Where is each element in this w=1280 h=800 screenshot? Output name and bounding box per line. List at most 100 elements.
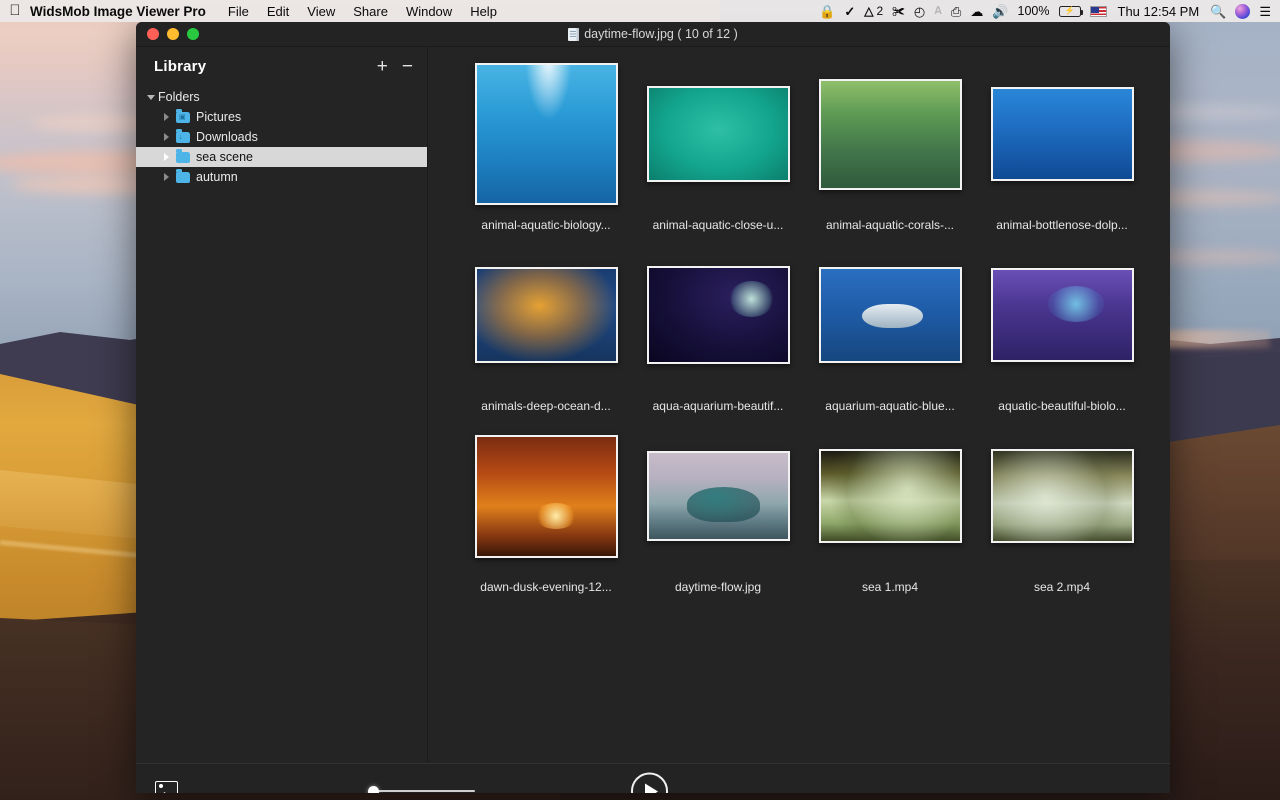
thumbnail-image[interactable] xyxy=(647,86,790,182)
thumbnail-image[interactable] xyxy=(991,268,1134,362)
tree-group-folders[interactable]: Folders xyxy=(136,87,427,107)
chevron-right-icon[interactable] xyxy=(159,133,173,141)
remove-folder-button[interactable]: − xyxy=(402,57,413,76)
sidebar-item-label: Pictures xyxy=(196,110,241,124)
thumbnail-item[interactable]: animal-aquatic-close-u... xyxy=(632,61,804,242)
thumbnail-caption: animal-bottlenose-dolp... xyxy=(996,218,1127,232)
clock-label[interactable]: Thu 12:54 PM xyxy=(1118,4,1200,19)
play-icon[interactable] xyxy=(631,773,668,794)
thumbnail-caption: dawn-dusk-evening-12... xyxy=(480,580,611,594)
window-titlebar[interactable]: daytime-flow.jpg ( 10 of 12 ) xyxy=(136,22,1170,47)
sidebar-item-sea-scene[interactable]: sea scene xyxy=(136,147,427,167)
thumbnail-item[interactable]: animal-bottlenose-dolp... xyxy=(976,61,1148,242)
thumbnail-size-slider[interactable] xyxy=(368,784,475,793)
slider-track[interactable] xyxy=(372,790,475,792)
search-icon[interactable]: 🔍 xyxy=(1210,5,1226,18)
us-flag-icon[interactable] xyxy=(1090,6,1107,17)
thumbnail-item[interactable]: animals-deep-ocean-d... xyxy=(460,242,632,423)
thumbnail-image[interactable] xyxy=(991,449,1134,543)
thumbnail-item[interactable]: animal-aquatic-corals-... xyxy=(804,61,976,242)
active-app-name[interactable]: WidsMob Image Viewer Pro xyxy=(30,4,206,19)
thumbnail-image[interactable] xyxy=(819,267,962,363)
volume-icon[interactable]: 🔊 xyxy=(992,5,1008,18)
thumbnail-image[interactable] xyxy=(475,267,618,363)
slider-knob[interactable] xyxy=(368,786,379,794)
thumbnail-caption: aquarium-aquatic-blue... xyxy=(825,399,954,413)
bluetooth-icon[interactable]: 𝐀 xyxy=(934,6,942,17)
thumbnail-image[interactable] xyxy=(647,266,790,364)
thumbnail-image[interactable] xyxy=(819,449,962,543)
sidebar-item-autumn[interactable]: autumn xyxy=(136,167,427,187)
library-buttons: + − xyxy=(377,57,413,76)
chevron-right-icon[interactable] xyxy=(159,113,173,121)
window-body: Library + − Folders ▣ Pictures xyxy=(136,47,1170,763)
thumbnail-item[interactable]: dawn-dusk-evening-12... xyxy=(460,423,632,604)
lock-icon[interactable]: 🔒 xyxy=(819,5,835,18)
wifi-icon[interactable]: ☁ xyxy=(970,5,983,18)
adobe-a-icon[interactable]: △ xyxy=(864,5,873,17)
thumbnail-caption: sea 2.mp4 xyxy=(1034,580,1090,594)
tree-group-label: Folders xyxy=(158,90,200,104)
menu-item-edit[interactable]: Edit xyxy=(258,4,298,19)
thumbnail-image[interactable] xyxy=(991,87,1134,181)
thumbnail-caption: animals-deep-ocean-d... xyxy=(481,399,610,413)
bottom-toolbar xyxy=(136,763,1170,793)
apple-logo-icon[interactable]:  xyxy=(0,3,30,20)
thumbnail-grid-area[interactable]: animal-aquatic-biology... animal-aquatic… xyxy=(428,47,1170,763)
thumbnail-frame xyxy=(991,61,1134,207)
thumbnail-frame xyxy=(819,242,962,388)
sidebar-item-downloads[interactable]: ↓ Downloads xyxy=(136,127,427,147)
thumbnail-item[interactable]: aquatic-beautiful-biolo... xyxy=(976,242,1148,423)
menu-item-file[interactable]: File xyxy=(219,4,258,19)
thumbnail-item[interactable]: aquarium-aquatic-blue... xyxy=(804,242,976,423)
sidebar-item-label: sea scene xyxy=(196,150,253,164)
thumbnail-item[interactable]: daytime-flow.jpg xyxy=(632,423,804,604)
thumbnail-caption: animal-aquatic-close-u... xyxy=(653,218,784,232)
thumbnail-image[interactable] xyxy=(475,63,618,205)
add-folder-button[interactable]: + xyxy=(377,57,388,76)
thumbnail-image[interactable] xyxy=(475,435,618,558)
thumbnail-grid: animal-aquatic-biology... animal-aquatic… xyxy=(428,61,1170,604)
thumbnail-frame xyxy=(475,423,618,569)
sidebar-item-pictures[interactable]: ▣ Pictures xyxy=(136,107,427,127)
thumbnail-caption: sea 1.mp4 xyxy=(862,580,918,594)
mountain-glyph xyxy=(158,790,175,793)
thumbnail-row: dawn-dusk-evening-12... daytime-flow.jpg… xyxy=(428,423,1170,604)
library-sidebar: Library + − Folders ▣ Pictures xyxy=(136,47,428,763)
image-icon[interactable] xyxy=(155,781,178,794)
thumbnail-frame xyxy=(647,423,790,569)
camera-glyph: ▣ xyxy=(179,114,186,121)
window-title: daytime-flow.jpg ( 10 of 12 ) xyxy=(136,27,1170,41)
folder-icon xyxy=(176,152,190,163)
document-icon xyxy=(568,28,579,41)
thumbnail-item[interactable]: animal-aquatic-biology... xyxy=(460,61,632,242)
control-center-list-icon[interactable]: ☰ xyxy=(1259,5,1271,18)
clock-icon[interactable]: ◴ xyxy=(914,5,925,18)
siri-icon[interactable] xyxy=(1235,4,1250,19)
vpn-checkmark-icon[interactable]: ✓ xyxy=(844,5,855,18)
thumbnail-item[interactable]: aqua-aquarium-beautif... xyxy=(632,242,804,423)
sidebar-item-label: Downloads xyxy=(196,130,258,144)
chevron-right-icon[interactable] xyxy=(159,173,173,181)
battery-charging-icon[interactable]: ⚡ xyxy=(1059,6,1081,17)
menu-item-view[interactable]: View xyxy=(298,4,344,19)
thumbnail-caption: aqua-aquarium-beautif... xyxy=(653,399,784,413)
menu-item-window[interactable]: Window xyxy=(397,4,461,19)
menu-item-help[interactable]: Help xyxy=(461,4,506,19)
battery-percent-label: 100% xyxy=(1018,4,1050,18)
menu-item-share[interactable]: Share xyxy=(344,4,397,19)
play-triangle xyxy=(645,783,658,793)
thumbnail-frame xyxy=(991,423,1134,569)
chevron-down-icon[interactable] xyxy=(144,95,158,100)
keyboard-icon[interactable]: ⎙ xyxy=(951,5,961,18)
scissors-icon[interactable]: ✀ xyxy=(892,5,905,18)
thumbnail-image[interactable] xyxy=(647,451,790,541)
thumbnail-image[interactable] xyxy=(819,79,962,190)
adobe-badge-count: 2 xyxy=(876,5,883,17)
sidebar-item-label: autumn xyxy=(196,170,238,184)
folder-icon xyxy=(176,172,190,183)
thumbnail-item[interactable]: sea 2.mp4 xyxy=(976,423,1148,604)
thumbnail-item[interactable]: sea 1.mp4 xyxy=(804,423,976,604)
chevron-right-icon[interactable] xyxy=(159,153,173,161)
thumbnail-frame xyxy=(819,61,962,207)
